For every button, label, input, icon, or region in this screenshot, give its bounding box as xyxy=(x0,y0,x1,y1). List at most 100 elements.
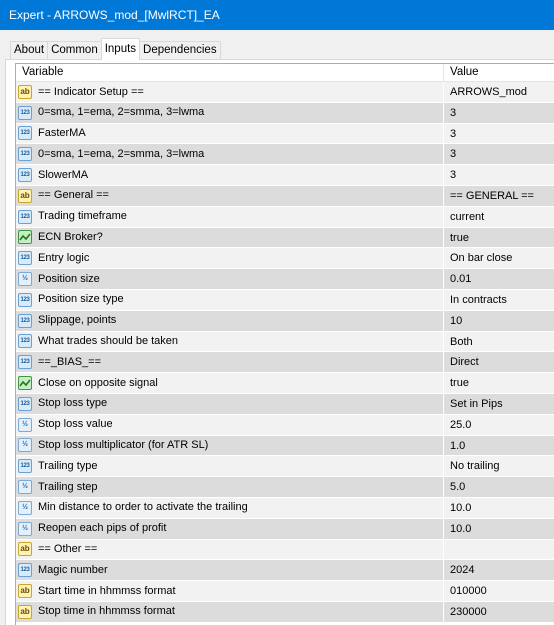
variable-cell[interactable]: ab Stop time in hhmmss format xyxy=(16,601,444,623)
variable-cell[interactable]: 123 0=sma, 1=ema, 2=smma, 3=lwma xyxy=(16,144,444,166)
variable-cell[interactable]: 123 SlowerMA xyxy=(16,165,444,186)
value-cell[interactable]: == GENERAL == xyxy=(444,185,554,207)
tab-about[interactable]: About xyxy=(10,41,49,60)
integer-icon: 123 xyxy=(18,313,32,328)
table-row[interactable]: 123 0=sma, 1=ema, 2=smma, 3=lwma 3 xyxy=(16,102,554,124)
variable-cell[interactable]: 123 Entry logic xyxy=(16,248,444,270)
column-header-value[interactable]: Value xyxy=(444,64,554,82)
variable-cell[interactable]: ab == General == xyxy=(16,185,444,207)
value-cell[interactable]: On bar close xyxy=(444,248,554,270)
value-cell[interactable]: Direct xyxy=(444,352,554,374)
column-header-variable[interactable]: Variable xyxy=(16,64,444,82)
table-row[interactable]: 123 FasterMA 3 xyxy=(16,123,554,145)
value-cell[interactable] xyxy=(444,539,554,561)
tab-dependencies[interactable]: Dependencies xyxy=(139,41,221,60)
value-cell[interactable]: In contracts xyxy=(444,289,554,311)
variable-cell[interactable]: ab == Other == xyxy=(16,539,444,561)
tab-inputs[interactable]: Inputs xyxy=(100,38,141,60)
table-row[interactable]: ½ Min distance to order to activate the t… xyxy=(16,497,554,519)
table-row[interactable]: ½ Reopen each pips of profit 10.0 xyxy=(16,518,554,540)
double-icon: ½ xyxy=(18,438,32,453)
variable-cell[interactable]: 123 Trading timeframe xyxy=(16,206,444,228)
value-cell[interactable]: 25.0 xyxy=(444,414,554,436)
variable-cell[interactable]: ab Start time in hhmmss format xyxy=(16,581,444,602)
variable-cell[interactable]: ECN Broker? xyxy=(16,227,444,249)
variable-cell[interactable]: 123 Slippage, points xyxy=(16,310,444,332)
variable-cell[interactable]: ½ Position size xyxy=(16,269,444,290)
variable-cell[interactable]: 123 Magic number xyxy=(16,560,444,582)
value-cell[interactable]: 3 xyxy=(444,123,554,145)
variable-cell[interactable]: 123 Position size type xyxy=(16,289,444,311)
tab-common[interactable]: Common xyxy=(47,41,102,60)
value-cell[interactable]: ARROWS_mod xyxy=(444,82,554,103)
integer-icon: 123 xyxy=(18,355,32,370)
value-cell[interactable]: Set in Pips xyxy=(444,393,554,415)
table-row[interactable]: 123 0=sma, 1=ema, 2=smma, 3=lwma 3 xyxy=(16,144,554,166)
value-cell[interactable]: current xyxy=(444,206,554,228)
variable-name: SlowerMA xyxy=(38,168,89,181)
table-row[interactable]: ab == Other == xyxy=(16,539,554,561)
variable-name: Min distance to order to activate the tr… xyxy=(38,501,248,514)
variable-cell[interactable]: 123 What trades should be taken xyxy=(16,331,444,353)
value-cell[interactable]: 2024 xyxy=(444,560,554,582)
variable-name: Trading timeframe xyxy=(38,210,127,223)
variable-cell[interactable]: ab == Indicator Setup == xyxy=(16,82,444,103)
value-cell[interactable]: 10.0 xyxy=(444,518,554,540)
table-row[interactable]: ab == General == == GENERAL == xyxy=(16,185,554,207)
variable-cell[interactable]: ½ Min distance to order to activate the t… xyxy=(16,497,444,519)
variable-cell[interactable]: ½ Reopen each pips of profit xyxy=(16,518,444,540)
variable-name: Stop loss multiplicator (for ATR SL) xyxy=(38,439,209,452)
table-row[interactable]: 123 Entry logic On bar close xyxy=(16,248,554,270)
table-row[interactable]: ab Stop time in hhmmss format 230000 xyxy=(16,601,554,623)
value-cell[interactable]: true xyxy=(444,227,554,249)
variable-name: Close on opposite signal xyxy=(38,376,158,389)
table-row[interactable]: 123 Trading timeframe current xyxy=(16,206,554,228)
table-row[interactable]: ECN Broker? true xyxy=(16,227,554,249)
table-row[interactable]: 123 What trades should be taken Both xyxy=(16,331,554,353)
table-row[interactable]: ½ Trailing step 5.0 xyxy=(16,477,554,498)
value-cell[interactable]: 3 xyxy=(444,144,554,166)
table-row[interactable]: ab == Indicator Setup == ARROWS_mod xyxy=(16,82,554,103)
variable-name: FasterMA xyxy=(38,127,86,140)
table-row[interactable]: 123 Position size type In contracts xyxy=(16,289,554,311)
variable-name: Stop loss type xyxy=(38,397,108,410)
variable-name: Trailing type xyxy=(38,459,98,472)
variable-name: == Other == xyxy=(38,543,98,556)
variable-cell[interactable]: 123 Trailing type xyxy=(16,456,444,478)
variable-cell[interactable]: 123 ==_BIAS_== xyxy=(16,352,444,374)
variable-name: Stop time in hhmmss format xyxy=(38,605,175,618)
value-cell[interactable]: 5.0 xyxy=(444,477,554,498)
table-row[interactable]: 123 Magic number 2024 xyxy=(16,560,554,582)
variable-cell[interactable]: Close on opposite signal xyxy=(16,373,444,394)
table-row[interactable]: 123 SlowerMA 3 xyxy=(16,165,554,186)
table-row[interactable]: ½ Stop loss multiplicator (for ATR SL) 1.0 xyxy=(16,435,554,457)
table-row[interactable]: ab Start time in hhmmss format 010000 xyxy=(16,581,554,602)
value-cell[interactable]: 3 xyxy=(444,102,554,124)
table-row[interactable]: 123 Trailing type No trailing xyxy=(16,456,554,478)
variable-name: Reopen each pips of profit xyxy=(38,522,167,535)
variable-cell[interactable]: 123 0=sma, 1=ema, 2=smma, 3=lwma xyxy=(16,102,444,124)
variable-cell[interactable]: 123 Stop loss type xyxy=(16,393,444,415)
table-row[interactable]: ½ Stop loss value 25.0 xyxy=(16,414,554,436)
value-cell[interactable]: 0.01 xyxy=(444,269,554,290)
value-cell[interactable]: 1.0 xyxy=(444,435,554,457)
table-row[interactable]: 123 Stop loss type Set in Pips xyxy=(16,393,554,415)
variable-cell[interactable]: 123 FasterMA xyxy=(16,123,444,145)
integer-icon: 123 xyxy=(18,105,32,120)
table-row[interactable]: 123 Slippage, points 10 xyxy=(16,310,554,332)
value-cell[interactable]: 3 xyxy=(444,165,554,186)
value-cell[interactable]: No trailing xyxy=(444,456,554,478)
value-cell[interactable]: 10.0 xyxy=(444,497,554,519)
variable-cell[interactable]: ½ Trailing step xyxy=(16,477,444,498)
value-cell[interactable]: 10 xyxy=(444,310,554,332)
variable-cell[interactable]: ½ Stop loss multiplicator (for ATR SL) xyxy=(16,435,444,457)
value-cell[interactable]: 230000 xyxy=(444,601,554,623)
variable-cell[interactable]: ½ Stop loss value xyxy=(16,414,444,436)
value-cell[interactable]: true xyxy=(444,373,554,394)
table-row[interactable]: 123 ==_BIAS_== Direct xyxy=(16,352,554,374)
table-row[interactable]: ½ Position size 0.01 xyxy=(16,269,554,290)
table-row[interactable]: Close on opposite signal true xyxy=(16,373,554,394)
value-cell[interactable]: 010000 xyxy=(444,581,554,602)
value-cell[interactable]: Both xyxy=(444,331,554,353)
variable-name: Start time in hhmmss format xyxy=(38,584,176,597)
